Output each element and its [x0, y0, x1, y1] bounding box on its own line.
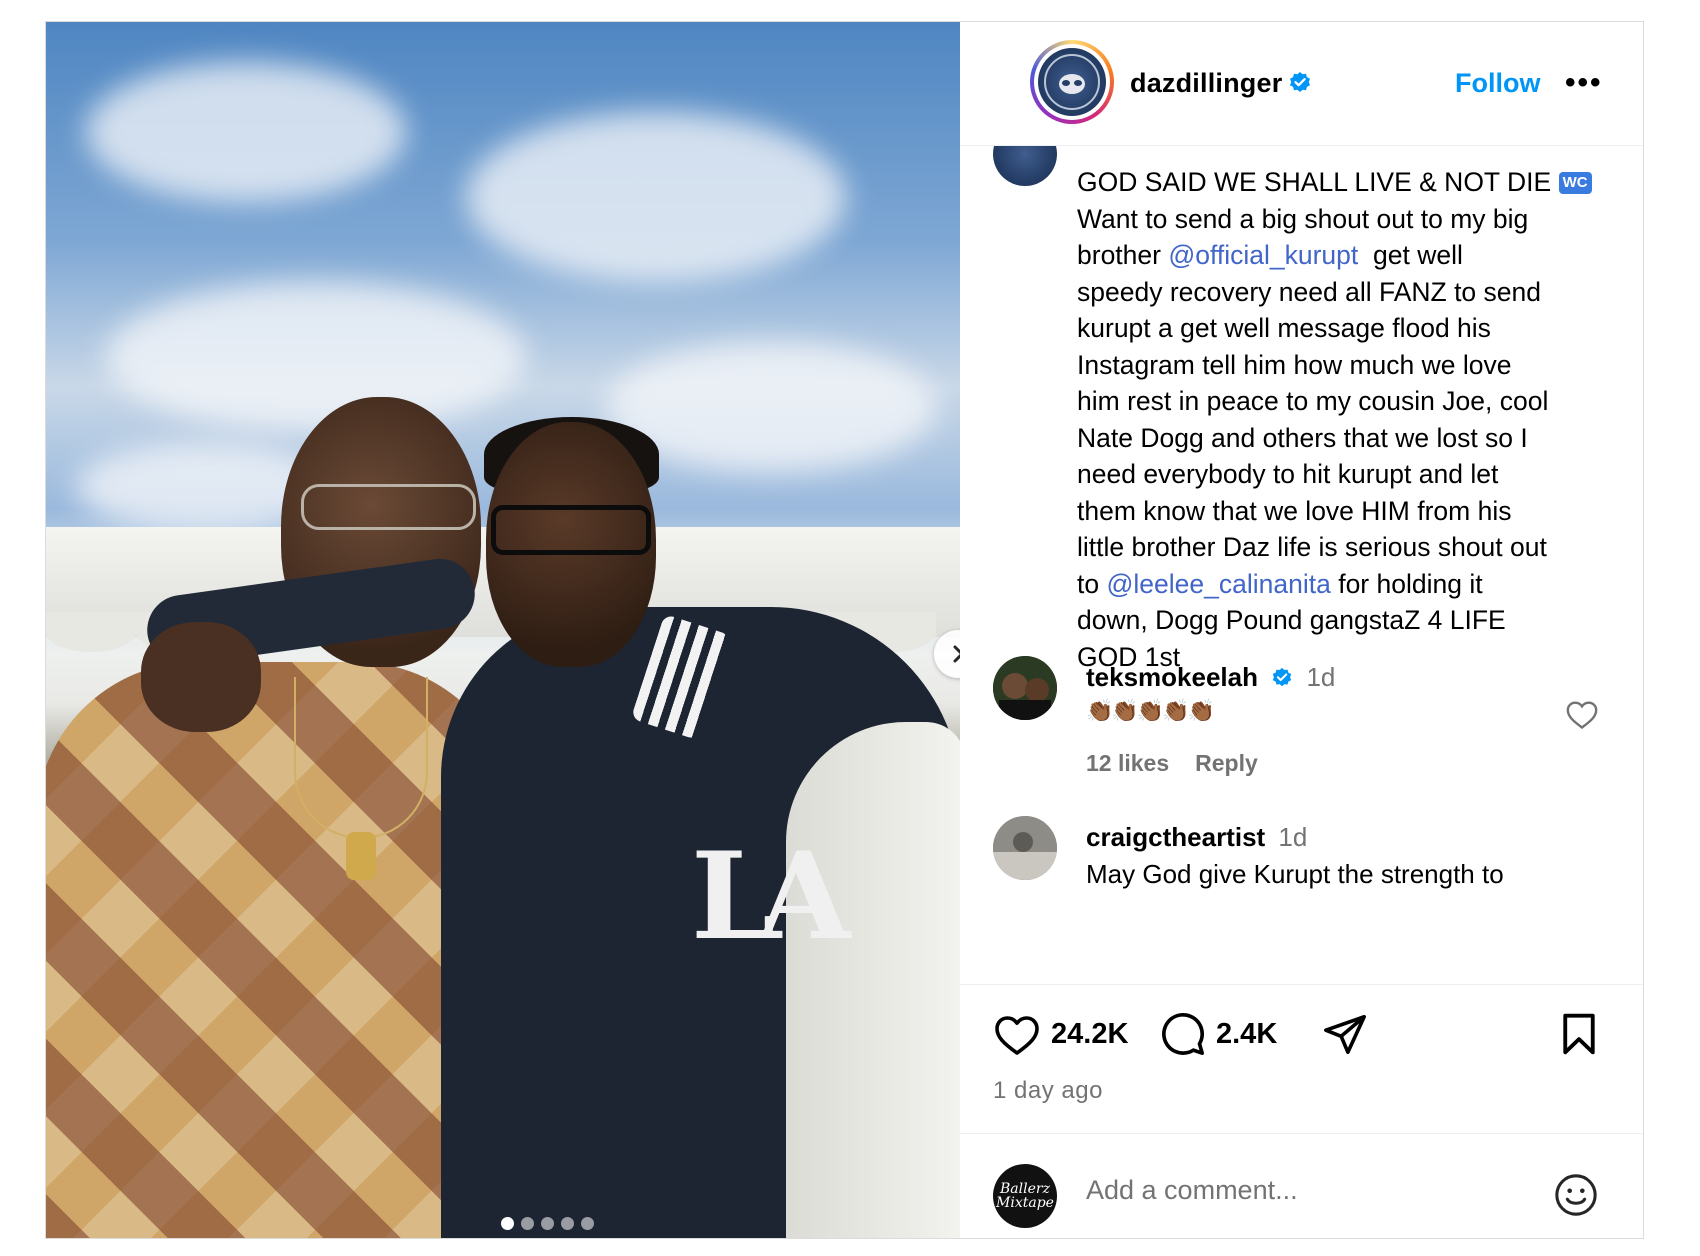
caption-line: Nate Dogg and others that we lost so I [1077, 422, 1528, 453]
post-time: 1 day ago [993, 1077, 1103, 1104]
comment-username-text[interactable]: teksmokeelah [1086, 662, 1258, 692]
caption-line: Want to send a big shout out to my big [1077, 203, 1529, 234]
seal-logo [1038, 48, 1106, 116]
post-actions: 24.2K 2.4K 1 day ago Ballerz Mixtape Add… [960, 984, 1643, 1238]
current-user-avatar[interactable]: Ballerz Mixtape [993, 1164, 1057, 1228]
caption-line: need everybody to hit kurupt and let [1077, 459, 1499, 489]
cloud [86, 62, 406, 202]
smiley-icon [1555, 1174, 1597, 1216]
post-card: LA dazdillinger Follow ••• GOD SAID WE S… [45, 21, 1644, 1239]
author-avatar[interactable] [1030, 40, 1114, 124]
author-username-text[interactable]: dazdillinger [1130, 68, 1282, 98]
caption-line: him rest in peace to my cousin Joe, cool [1077, 386, 1549, 416]
like-button[interactable]: 24.2K [993, 1011, 1128, 1057]
emoji-button[interactable] [1553, 1172, 1599, 1223]
caption-author-avatar[interactable] [993, 146, 1057, 186]
next-image-button[interactable] [934, 630, 960, 678]
commenter-avatar[interactable] [993, 816, 1057, 880]
follow-button[interactable]: Follow [1455, 68, 1540, 99]
post-side-panel: dazdillinger Follow ••• GOD SAID WE SHAL… [960, 22, 1643, 1238]
comment-username[interactable]: craigctheartist 1d [1086, 822, 1307, 853]
caption-line: GOD SAID WE SHALL LIVE & NOT DIE WC [1077, 164, 1622, 201]
share-button[interactable] [1322, 1011, 1368, 1057]
tent-edge [46, 612, 136, 652]
carousel-dot [581, 1217, 594, 1230]
commenter-avatar[interactable] [993, 656, 1057, 720]
like-count[interactable]: 24.2K [1051, 1018, 1128, 1051]
comment-button[interactable]: 2.4K [1160, 1011, 1277, 1057]
caption-line: brother @official_kurupt get well [1077, 237, 1622, 274]
paper-plane-icon [1324, 1014, 1366, 1055]
comments-scroll-area[interactable]: GOD SAID WE SHALL LIVE & NOT DIE WC Want… [960, 146, 1643, 984]
cloud [106, 282, 526, 432]
bookmark-icon [1563, 1013, 1595, 1055]
carousel-dots [501, 1217, 594, 1230]
necklace-pendant [346, 832, 376, 880]
caption-text: get well [1373, 240, 1463, 270]
person-left-glasses [301, 484, 476, 530]
comment-username[interactable]: teksmokeelah 1d [1086, 662, 1335, 696]
save-button[interactable] [1557, 1011, 1601, 1057]
comment-reply-button[interactable]: Reply [1195, 750, 1258, 776]
comment-count[interactable]: 2.4K [1216, 1018, 1277, 1051]
caption-line: down, Dogg Pound gangstaZ 4 LIFE [1077, 605, 1506, 635]
la-logo: LA [691, 826, 851, 967]
caption-text: for holding it [1338, 568, 1483, 599]
carousel-dot [561, 1217, 574, 1230]
jacket-sleeve [786, 722, 960, 1238]
carousel-dot [501, 1217, 514, 1230]
comment-input[interactable] [1084, 1174, 1508, 1207]
add-comment-bar: Ballerz Mixtape [960, 1133, 1643, 1240]
mention-link[interactable]: @leelee_calinanita [1106, 569, 1330, 599]
person-right-glasses [491, 505, 651, 555]
caption-line: Instagram tell him how much we love [1077, 349, 1512, 380]
carousel-dot [541, 1217, 554, 1230]
cloud [466, 112, 846, 282]
author-username[interactable]: dazdillinger [1130, 68, 1312, 102]
hand [141, 622, 261, 732]
comment-time: 1d [1306, 662, 1336, 692]
heart-icon [1566, 701, 1598, 729]
comment-username-text[interactable]: craigctheartist [1086, 822, 1265, 852]
post-caption: GOD SAID WE SHALL LIVE & NOT DIE WC Want… [1077, 164, 1622, 675]
caption-line: little brother Daz life is serious shout… [1077, 532, 1547, 562]
verified-badge-icon [1288, 71, 1312, 102]
comment-meta: 12 likes Reply [1086, 750, 1284, 777]
comment-like-button[interactable] [1565, 698, 1599, 735]
more-options-button[interactable]: ••• [1565, 66, 1603, 100]
comment-text: May God give Kurupt the strength to [1086, 859, 1504, 889]
caption-line: speedy recovery need all FANZ to send [1077, 276, 1541, 307]
caption-line: to @leelee_calinanita for holding it [1077, 566, 1622, 603]
wc-emoji: WC [1558, 172, 1592, 194]
comment-time: 1d [1278, 822, 1308, 852]
verified-badge-icon [1271, 665, 1293, 696]
chevron-right-icon [953, 645, 960, 663]
caption-line: them know that we love HIM from his [1077, 495, 1512, 526]
caption-text: brother [1077, 240, 1161, 270]
caption-text: to [1077, 568, 1100, 599]
comment-text: 👏🏾👏🏾👏🏾👏🏾👏🏾 [1086, 698, 1215, 723]
caption-line: kurupt a get well message flood his [1077, 313, 1491, 343]
post-image[interactable]: LA [46, 22, 960, 1238]
heart-icon [995, 1016, 1039, 1055]
comment-likes[interactable]: 12 likes [1086, 750, 1169, 776]
caption-text: GOD SAID WE SHALL LIVE & NOT DIE [1077, 167, 1552, 197]
post-header: dazdillinger Follow ••• [960, 22, 1643, 146]
necklace-chain [294, 677, 428, 839]
carousel-dot [521, 1217, 534, 1230]
comment-bubble-icon [1162, 1012, 1205, 1055]
mention-link[interactable]: @official_kurupt [1168, 240, 1358, 270]
